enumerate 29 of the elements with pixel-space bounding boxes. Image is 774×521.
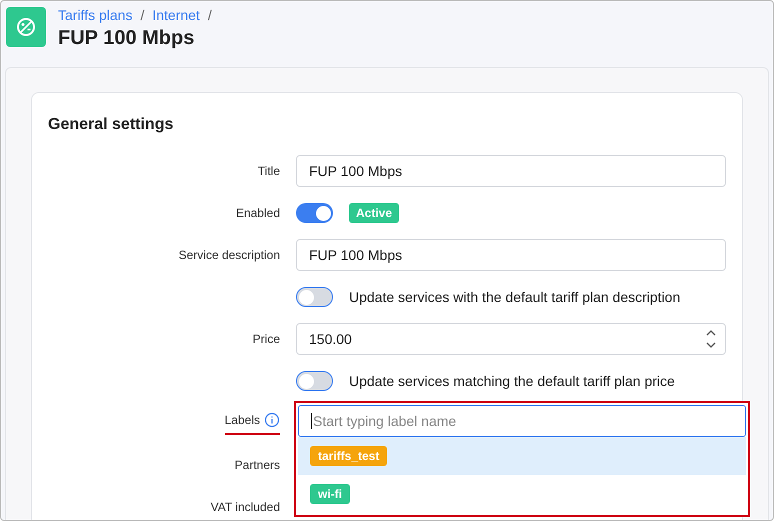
tariff-icon [6, 7, 46, 47]
text-field[interactable]: FUP 100 Mbps [296, 239, 726, 271]
status-badge: Active [349, 203, 400, 223]
text-field[interactable]: FUP 100 Mbps [296, 155, 726, 187]
info-icon[interactable] [264, 412, 280, 428]
label-option[interactable]: tariffs_test [298, 437, 746, 475]
breadcrumb-link[interactable]: Tariffs plans [58, 5, 132, 26]
field-label: Enabled [236, 205, 280, 222]
switch-label: Update services matching the default tariff plan price [349, 372, 675, 391]
label-tag: tariffs_test [310, 446, 388, 466]
toggle-switch[interactable] [296, 371, 333, 391]
section-title: General settings [48, 115, 174, 135]
field-label: Price [252, 331, 280, 348]
field-label: Partners [234, 457, 280, 474]
spinner-icon[interactable] [705, 328, 717, 350]
toggle-switch[interactable] [296, 203, 333, 223]
number-field[interactable]: 150.00 [296, 323, 726, 355]
label-search-field[interactable]: Start typing label name [298, 405, 746, 437]
label-tag: wi-fi [310, 484, 350, 504]
switch-label: Update services with the default tariff plan description [349, 288, 680, 307]
breadcrumb-separator: / [208, 6, 212, 25]
breadcrumb-link[interactable]: Internet [152, 5, 200, 26]
page-title: FUP 100 Mbps [58, 26, 196, 51]
field-label: Title [258, 163, 280, 180]
breadcrumb-separator: / [140, 6, 144, 25]
toggle-switch[interactable] [296, 287, 333, 307]
field-label: VAT included [210, 499, 280, 516]
field-label: Labels [224, 412, 260, 429]
field-label: Service description [178, 247, 280, 264]
